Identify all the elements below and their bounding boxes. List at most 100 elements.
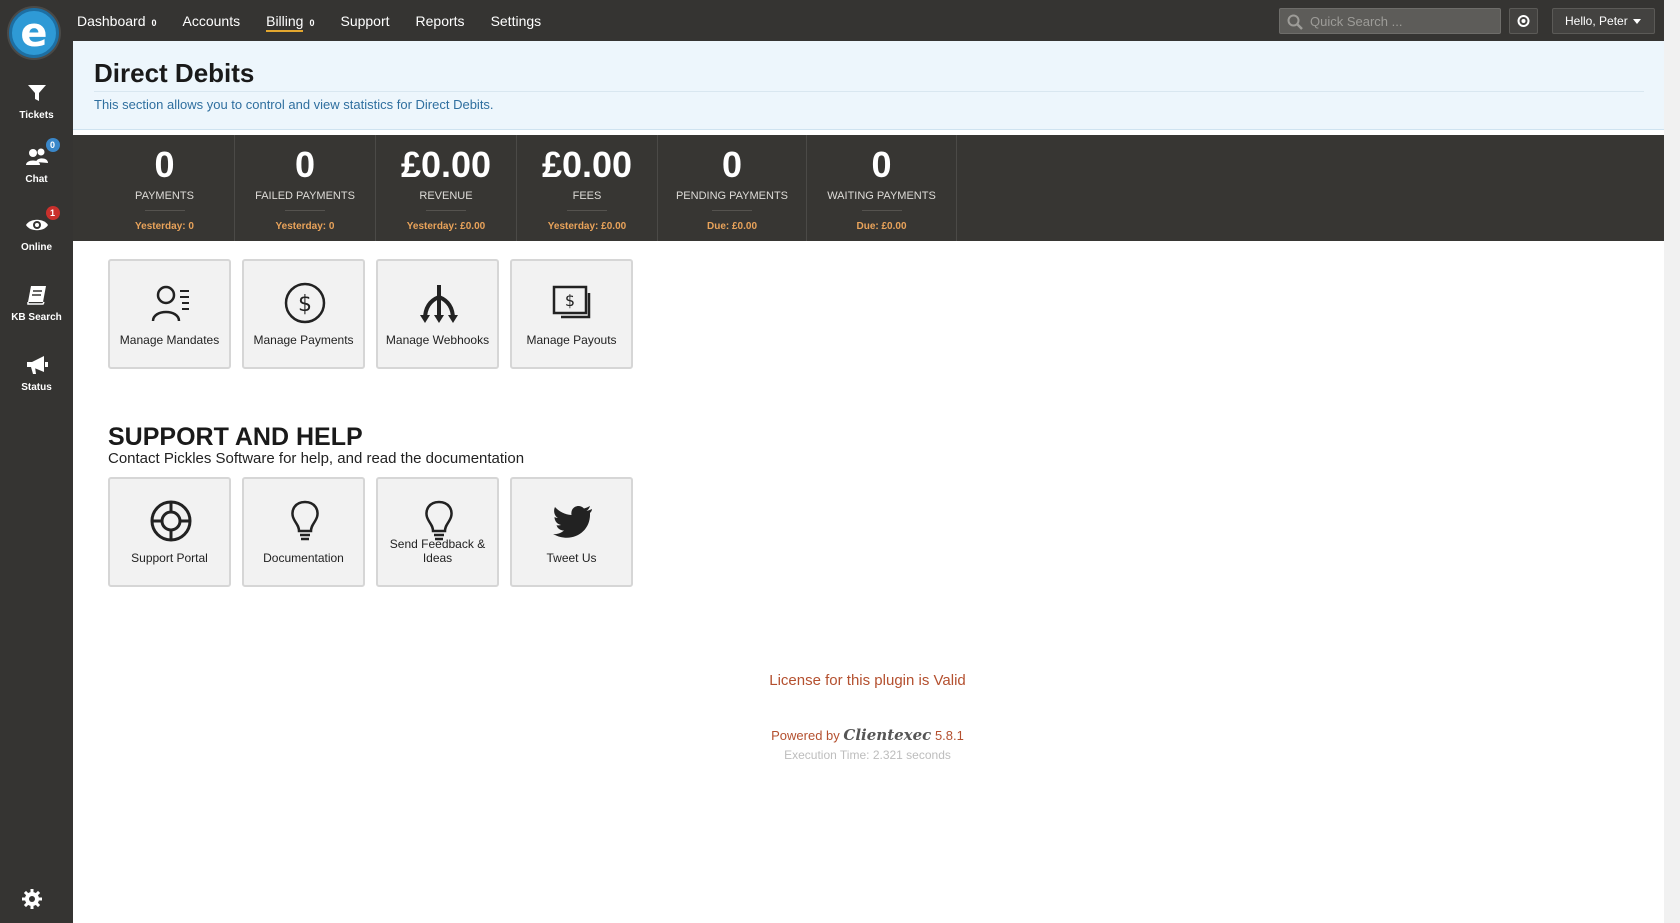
header-divider (94, 91, 1644, 92)
sidebar-item-online[interactable]: 1 Online (0, 206, 73, 272)
powered-prefix: Powered by (771, 728, 840, 743)
sidebar-item-tickets[interactable]: Tickets (0, 80, 73, 140)
tweet-us-tile[interactable]: Tweet Us (510, 477, 633, 587)
sidebar-item-label: KB Search (11, 312, 62, 323)
stat-value: 0 (294, 144, 316, 185)
help-button[interactable] (1509, 8, 1538, 34)
left-sidebar: e Tickets 0 Chat 1 Online KB Search Stat… (0, 0, 73, 923)
tile-label: Send Feedback & Ideas (389, 537, 486, 565)
sidebar-item-label: Tickets (19, 110, 54, 121)
support-section-subtitle: Contact Pickles Software for help, and r… (108, 450, 525, 467)
tile-label: Tweet Us (546, 551, 597, 565)
stat-sub: Yesterday: £0.00 (547, 221, 627, 232)
svg-text:$: $ (565, 291, 575, 310)
nav-label: Dashboard (77, 12, 146, 29)
stat-waiting-payments: 0 WAITING PAYMENTS Due: £0.00 (807, 135, 957, 241)
sidebar-item-chat[interactable]: 0 Chat (0, 138, 73, 204)
user-menu-button[interactable]: Hello, Peter (1552, 8, 1655, 34)
send-feedback-tile[interactable]: Send Feedback & Ideas (376, 477, 499, 587)
payouts-icon: $ (552, 285, 591, 319)
page-description: This section allows you to control and v… (94, 97, 494, 112)
stat-revenue: £0.00 REVENUE Yesterday: £0.00 (376, 135, 517, 241)
main-nav: Dashboard 0 Accounts Billing 0 Support Rep… (77, 0, 567, 41)
stat-sub: Due: £0.00 (856, 221, 907, 232)
nav-label: Reports (415, 12, 465, 29)
stat-label: PENDING PAYMENTS (675, 190, 789, 202)
tile-label: Manage Payouts (526, 333, 617, 347)
stat-label: WAITING PAYMENTS (827, 190, 936, 202)
nav-badge: 0 (151, 17, 157, 28)
mandates-icon (151, 285, 189, 322)
svg-text:$: $ (298, 292, 312, 317)
users-icon: 0 (24, 138, 60, 170)
logo-letter: e (20, 10, 48, 56)
stat-value: £0.00 (541, 144, 633, 185)
stat-pending-payments: 0 PENDING PAYMENTS Due: £0.00 (658, 135, 807, 241)
nav-support[interactable]: Support (340, 13, 389, 29)
quick-search-input[interactable] (1310, 12, 1495, 30)
page-header: Direct Debits This section allows you to… (73, 41, 1664, 130)
sidebar-item-status[interactable]: Status (0, 352, 73, 412)
chat-badge: 0 (45, 138, 60, 152)
caret-down-icon (1632, 19, 1641, 25)
nav-reports[interactable]: Reports (416, 13, 465, 29)
top-navigation-bar: Dashboard 0 Accounts Billing 0 Support Rep… (73, 0, 1664, 41)
support-section-title: SUPPORT AND HELP (108, 423, 363, 451)
online-badge: 1 (45, 206, 60, 220)
megaphone-icon (24, 352, 50, 378)
documentation-tile[interactable]: Documentation (242, 477, 365, 587)
manage-webhooks-tile[interactable]: Manage Webhooks (376, 259, 499, 369)
lightbulb-icon (291, 500, 319, 541)
manage-mandates-tile[interactable]: Manage Mandates (108, 259, 231, 369)
stat-sub: Due: £0.00 (706, 221, 758, 232)
funnel-icon (24, 80, 50, 106)
stat-label: PAYMENTS (135, 190, 194, 202)
lifebuoy-icon (1517, 15, 1530, 27)
clientexec-logo[interactable]: e (9, 8, 59, 58)
nav-label: Settings (490, 12, 542, 29)
twitter-bird-icon (553, 505, 592, 538)
manage-payouts-tile[interactable]: $ Manage Payouts (510, 259, 633, 369)
eye-icon: 1 (24, 206, 60, 238)
execution-time: Execution Time: 2.321 seconds (784, 748, 951, 762)
stat-divider (712, 210, 752, 211)
nav-label: Billing (266, 12, 304, 32)
stat-label: FEES (572, 190, 602, 202)
nav-accounts[interactable]: Accounts (183, 13, 241, 29)
book-icon (24, 282, 50, 308)
nav-dashboard[interactable]: Dashboard 0 (77, 13, 157, 29)
sidebar-item-label: Status (21, 382, 52, 393)
stats-bar: 0 PAYMENTS Yesterday: 0 0 FAILED PAYMENT… (73, 135, 1664, 241)
stat-fees: £0.00 FEES Yesterday: £0.00 (517, 135, 658, 241)
user-greeting: Hello, Peter (1565, 14, 1628, 28)
nav-settings[interactable]: Settings (491, 13, 542, 29)
nav-billing[interactable]: Billing 0 (266, 12, 315, 32)
stat-value: 0 (721, 144, 743, 185)
quick-search (1279, 8, 1501, 34)
lifebuoy-icon (150, 500, 192, 542)
stat-divider (426, 210, 466, 211)
tile-label: Documentation (263, 551, 344, 565)
license-status: License for this plugin is Valid (769, 672, 966, 689)
powered-by: Powered by Clientexec 5.8.1 (0, 726, 1680, 744)
gear-icon[interactable] (21, 888, 43, 910)
tile-label: Manage Mandates (119, 333, 220, 347)
clientexec-brand[interactable]: Clientexec (843, 726, 931, 744)
stat-value: £0.00 (400, 144, 492, 185)
page-title: Direct Debits (94, 58, 255, 88)
nav-label: Accounts (182, 12, 241, 29)
stat-payments: 0 PAYMENTS Yesterday: 0 (95, 135, 235, 241)
scrollbar-track[interactable] (1664, 0, 1680, 923)
search-icon (1286, 13, 1304, 31)
sidebar-item-kb-search[interactable]: KB Search (0, 282, 73, 342)
support-portal-tile[interactable]: Support Portal (108, 477, 231, 587)
nav-badge: 0 (309, 17, 315, 28)
version: 5.8.1 (934, 728, 964, 743)
nav-label: Support (340, 12, 390, 29)
stat-divider (861, 210, 902, 211)
stat-failed-payments: 0 FAILED PAYMENTS Yesterday: 0 (235, 135, 376, 241)
webhooks-icon (420, 285, 458, 323)
manage-payments-tile[interactable]: $ Manage Payments (242, 259, 365, 369)
tile-label: Manage Webhooks (385, 333, 490, 347)
sidebar-item-label: Chat (25, 174, 48, 185)
